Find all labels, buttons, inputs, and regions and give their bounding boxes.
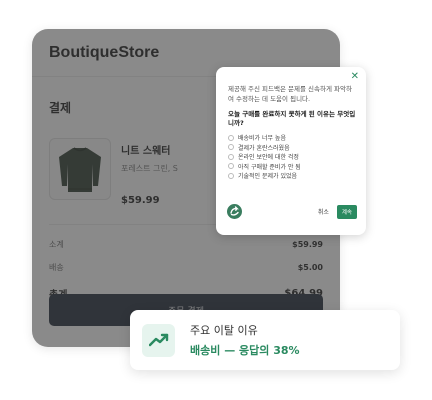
survey-question: 오늘 구매를 완료하지 못하게 된 이유는 무엇입니까?	[228, 110, 356, 127]
product-image	[49, 138, 111, 200]
sweater-icon	[59, 147, 101, 192]
survey-logo-icon	[227, 204, 242, 219]
subtotal-label: 소계	[49, 240, 64, 249]
shipping-row: 배송 $5.00	[49, 262, 323, 273]
insight-label: 주요 이탈 이유	[190, 324, 258, 337]
survey-option[interactable]: 아직 구매할 준비가 안 됨	[228, 162, 356, 172]
trend-icon	[142, 323, 175, 357]
survey-popup: ✕ 제공해 주신 피드백은 문제를 신속하게 파악하여 수정하는 데 도움이 됩…	[216, 67, 366, 235]
shipping-label: 배송	[49, 263, 64, 272]
radio-button[interactable]	[228, 134, 234, 141]
survey-intro: 제공해 주신 피드백은 문제를 신속하게 파악하여 수정하는 데 도움이 됩니다…	[228, 85, 352, 103]
store-brand: BoutiqueStore	[49, 43, 160, 61]
product-price: $59.99	[121, 195, 160, 206]
radio-button[interactable]	[228, 172, 234, 179]
radio-button[interactable]	[228, 163, 234, 170]
survey-option[interactable]: 기술적인 문제가 있었음	[228, 171, 356, 181]
radio-button[interactable]	[228, 144, 234, 151]
insight-value: 배송비 — 응답의 38%	[190, 344, 300, 357]
survey-option[interactable]: 결제가 혼란스러웠음	[228, 143, 356, 153]
subtotal-row: 소계 $59.99	[49, 239, 323, 250]
product-name: 니트 스웨터	[121, 146, 171, 157]
survey-option[interactable]: 온라인 보안에 대한 걱정	[228, 152, 356, 162]
continue-button[interactable]: 계속	[336, 204, 357, 219]
radio-button[interactable]	[228, 153, 234, 160]
survey-option[interactable]: 배송비가 너무 높음	[228, 133, 356, 143]
insight-card: 주요 이탈 이유 배송비 — 응답의 38%	[130, 310, 400, 370]
close-icon[interactable]: ✕	[351, 71, 359, 82]
shipping-value: $5.00	[297, 263, 323, 272]
cancel-button[interactable]: 취소	[318, 207, 329, 216]
product-variant: 포레스트 그린, S	[121, 164, 178, 173]
survey-options: 배송비가 너무 높음 결제가 혼란스러웠음 온라인 보안에 대한 걱정 아직 구…	[228, 133, 356, 181]
survey-footer: 취소 계속	[227, 204, 357, 219]
subtotal-value: $59.99	[292, 240, 323, 249]
